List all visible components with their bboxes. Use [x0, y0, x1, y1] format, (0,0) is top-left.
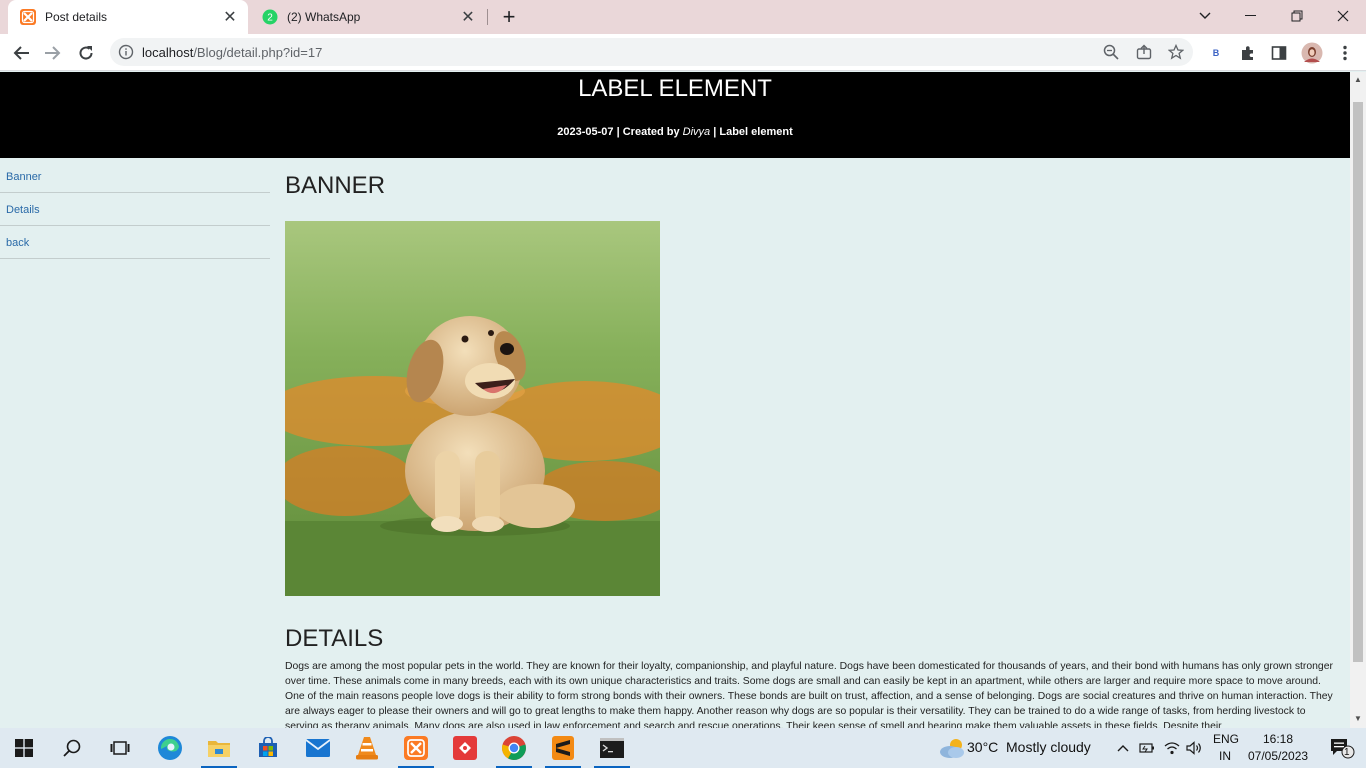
git-app-icon[interactable]: [441, 728, 489, 768]
meta-sep: |: [710, 126, 720, 138]
scroll-thumb[interactable]: [1353, 102, 1363, 662]
profile-avatar[interactable]: [1299, 40, 1325, 66]
file-explorer-icon[interactable]: [195, 728, 243, 768]
bookmark-star-icon[interactable]: [1167, 43, 1185, 61]
reload-icon[interactable]: [73, 40, 99, 66]
back-icon[interactable]: [8, 40, 34, 66]
new-tab-button[interactable]: +: [498, 4, 520, 29]
meta-created-by: | Created by: [613, 126, 683, 138]
restore-button[interactable]: [1274, 0, 1320, 32]
post-meta: 2023-05-07 | Created by Divya | Label el…: [0, 126, 1350, 138]
svg-text:2: 2: [267, 13, 273, 24]
scroll-down-arrow-icon[interactable]: ▼: [1354, 715, 1362, 723]
clock-date[interactable]: 07/05/2023: [1248, 749, 1308, 763]
forward-icon[interactable]: [40, 40, 66, 66]
sidebar-item-details[interactable]: Details: [0, 193, 270, 226]
post-header: LABEL ELEMENT 2023-05-07 | Created by Di…: [0, 72, 1350, 158]
start-windows-icon[interactable]: [0, 728, 48, 768]
close-tab-icon[interactable]: ✕: [458, 7, 478, 27]
volume-icon[interactable]: [1184, 728, 1204, 768]
share-icon[interactable]: [1135, 43, 1153, 61]
weather-temp[interactable]: 30°C: [967, 739, 998, 755]
post-category: Label element: [719, 126, 793, 138]
battery-plug-icon[interactable]: [1137, 728, 1157, 768]
close-window-button[interactable]: [1320, 0, 1366, 32]
close-tab-icon[interactable]: ✕: [220, 7, 240, 27]
notification-center-icon[interactable]: 1: [1318, 728, 1366, 768]
post-content: BANNER DETAILS Dogs are among the most p…: [285, 172, 1335, 728]
details-paragraph: Dogs are among the most popular pets in …: [285, 661, 1333, 728]
wifi-icon[interactable]: [1162, 728, 1182, 768]
weather-description[interactable]: Mostly cloudy: [1006, 739, 1091, 755]
post-date: 2023-05-07: [557, 126, 614, 138]
notification-count: 1: [1344, 747, 1350, 758]
url-text: localhost/Blog/detail.php?id=17: [142, 45, 322, 60]
tab-post-details[interactable]: Post details ✕: [8, 0, 248, 34]
terminal-icon[interactable]: [588, 728, 636, 768]
details-heading: DETAILS: [285, 625, 384, 652]
page-scrollbar[interactable]: ▲ ▼: [1350, 72, 1366, 728]
sidebar-item-back[interactable]: back: [0, 226, 270, 259]
edge-icon[interactable]: [146, 728, 194, 768]
extension-b-icon[interactable]: B: [1203, 40, 1229, 66]
tab-title: (2) WhatsApp: [287, 10, 361, 24]
tab-search-icon[interactable]: [1182, 0, 1228, 32]
xampp-icon: [20, 9, 36, 25]
sidebar-item-banner[interactable]: Banner: [0, 160, 270, 193]
zoom-icon[interactable]: [1102, 43, 1120, 61]
minimize-button[interactable]: [1228, 0, 1274, 32]
post-title: LABEL ELEMENT: [578, 75, 772, 102]
browser-toolbar: localhost/Blog/detail.php?id=17 B: [0, 34, 1366, 71]
language-code[interactable]: ENG: [1213, 732, 1239, 746]
sublime-text-icon[interactable]: [539, 728, 587, 768]
search-icon[interactable]: [48, 728, 96, 768]
xampp-taskbar-icon[interactable]: [392, 728, 440, 768]
extensions-puzzle-icon[interactable]: [1235, 40, 1261, 66]
banner-heading: BANNER: [285, 172, 386, 199]
scroll-up-arrow-icon[interactable]: ▲: [1354, 76, 1362, 84]
language-region[interactable]: IN: [1219, 749, 1231, 763]
post-author: Divya: [682, 126, 711, 138]
mail-icon[interactable]: [294, 728, 342, 768]
web-page: LABEL ELEMENT 2023-05-07 | Created by Di…: [0, 72, 1350, 728]
address-bar[interactable]: localhost/Blog/detail.php?id=17: [110, 38, 1193, 66]
tab-strip: Post details ✕ 2 (2) WhatsApp ✕ +: [0, 0, 1366, 34]
banner-image-puppy: [285, 221, 660, 596]
whatsapp-icon: 2: [262, 9, 278, 25]
store-icon[interactable]: [244, 728, 292, 768]
tab-whatsapp[interactable]: 2 (2) WhatsApp ✕: [250, 0, 486, 34]
url-host: localhost: [142, 45, 194, 60]
clock-time[interactable]: 16:18: [1263, 732, 1293, 746]
url-path: /Blog/detail.php?id=17: [193, 45, 323, 60]
side-panel-icon[interactable]: [1266, 40, 1292, 66]
chrome-icon[interactable]: [490, 728, 538, 768]
chevron-up-icon[interactable]: [1113, 728, 1133, 768]
chrome-menu-icon[interactable]: [1332, 40, 1358, 66]
tab-title: Post details: [45, 10, 108, 24]
task-view-icon[interactable]: [96, 728, 144, 768]
windows-taskbar: 30°C Mostly cloudy ENG IN 16:18 07/05/20…: [0, 728, 1366, 768]
tab-separator: [487, 9, 488, 25]
site-info-icon[interactable]: [118, 44, 134, 60]
sidebar-nav: Banner Details back: [0, 160, 270, 259]
vlc-icon[interactable]: [343, 728, 391, 768]
